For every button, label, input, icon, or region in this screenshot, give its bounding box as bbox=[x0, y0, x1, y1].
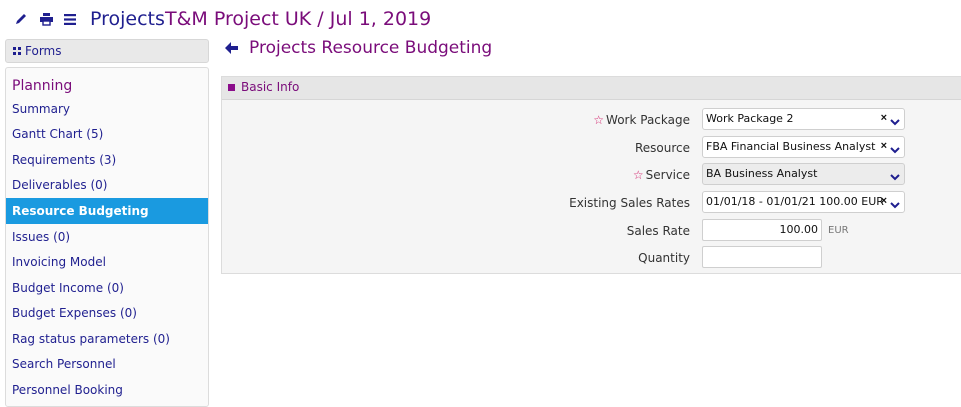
work-package-label-text: Work Package bbox=[606, 113, 690, 127]
existing-sales-rates-value: 01/01/18 - 01/01/21 100.00 EUR bbox=[706, 195, 884, 208]
forms-toggle[interactable]: Forms bbox=[5, 39, 209, 63]
print-icon[interactable] bbox=[37, 10, 55, 28]
chevron-down-icon[interactable] bbox=[890, 142, 900, 154]
section-marker-icon bbox=[228, 84, 235, 91]
sales-rate-value: 100.00 bbox=[779, 223, 819, 236]
pencil-icon[interactable] bbox=[12, 10, 30, 28]
sidebar-item-resource-budgeting[interactable]: Resource Budgeting bbox=[6, 198, 208, 224]
clear-icon[interactable]: × bbox=[881, 195, 887, 207]
sales-rate-unit: EUR bbox=[828, 225, 849, 236]
section-title: Basic Info bbox=[241, 80, 300, 94]
work-package-select[interactable]: Work Package 2 × bbox=[702, 108, 905, 130]
sidebar-item-budget-income[interactable]: Budget Income (0) bbox=[6, 275, 208, 301]
sidebar-item-personnel-booking[interactable]: Personnel Booking bbox=[6, 377, 208, 403]
clear-icon[interactable]: × bbox=[881, 140, 887, 152]
sidebar-item-requirements[interactable]: Requirements (3) bbox=[6, 147, 208, 173]
quantity-label: Quantity bbox=[638, 251, 690, 265]
sidebar-item-search-personnel[interactable]: Search Personnel bbox=[6, 351, 208, 377]
required-star-icon: ☆ bbox=[593, 113, 605, 127]
sidebar-item-gantt-chart[interactable]: Gantt Chart (5) bbox=[6, 121, 208, 147]
sidebar-item-invoicing-model[interactable]: Invoicing Model bbox=[6, 249, 208, 275]
sidebar-item-rag-status[interactable]: Rag status parameters (0) bbox=[6, 326, 208, 352]
app-title: Projects bbox=[90, 8, 165, 30]
service-label-text: Service bbox=[645, 168, 690, 182]
work-package-value: Work Package 2 bbox=[706, 112, 794, 125]
page-title: Projects Resource Budgeting bbox=[249, 38, 493, 58]
back-arrow-icon[interactable] bbox=[224, 40, 240, 56]
existing-sales-rates-select[interactable]: 01/01/18 - 01/01/21 100.00 EUR × bbox=[702, 191, 905, 213]
grid-icon bbox=[13, 47, 21, 55]
forms-label: Forms bbox=[25, 44, 62, 58]
chevron-down-icon[interactable] bbox=[890, 197, 900, 209]
chevron-down-icon[interactable] bbox=[890, 169, 900, 181]
sidebar-item-issues[interactable]: Issues (0) bbox=[6, 224, 208, 250]
clear-icon[interactable]: × bbox=[881, 112, 887, 124]
basic-info-header[interactable]: Basic Info bbox=[222, 77, 961, 100]
resource-select[interactable]: FBA Financial Business Analyst × bbox=[702, 136, 905, 158]
work-package-label: ☆ Work Package bbox=[593, 113, 690, 127]
quantity-input[interactable] bbox=[702, 246, 822, 268]
sidebar-heading: Planning bbox=[12, 78, 73, 94]
service-select[interactable]: BA Business Analyst bbox=[702, 163, 905, 185]
existing-sales-rates-label: Existing Sales Rates bbox=[569, 196, 690, 210]
sales-rate-label: Sales Rate bbox=[626, 224, 690, 238]
project-breadcrumb[interactable]: T&M Project UK / Jul 1, 2019 bbox=[165, 8, 431, 30]
chevron-down-icon[interactable] bbox=[890, 114, 900, 126]
sidebar-item-summary[interactable]: Summary bbox=[6, 96, 208, 122]
service-value: BA Business Analyst bbox=[706, 167, 818, 180]
resource-label: Resource bbox=[634, 141, 690, 155]
sidebar-nav: Planning Summary Gantt Chart (5) Require… bbox=[5, 67, 209, 407]
sidebar-item-budget-expenses[interactable]: Budget Expenses (0) bbox=[6, 300, 208, 326]
sales-rate-input[interactable]: 100.00 bbox=[702, 219, 822, 241]
basic-info-panel: Basic Info ☆ Work Package Work Package 2 … bbox=[221, 76, 961, 274]
top-header: Projects T&M Project UK / Jul 1, 2019 bbox=[0, 0, 961, 36]
sidebar-item-deliverables[interactable]: Deliverables (0) bbox=[6, 172, 208, 198]
menu-icon[interactable] bbox=[61, 10, 79, 28]
resource-value: FBA Financial Business Analyst bbox=[706, 140, 876, 153]
required-star-icon: ☆ bbox=[632, 168, 644, 182]
service-label: ☆ Service bbox=[633, 168, 690, 182]
